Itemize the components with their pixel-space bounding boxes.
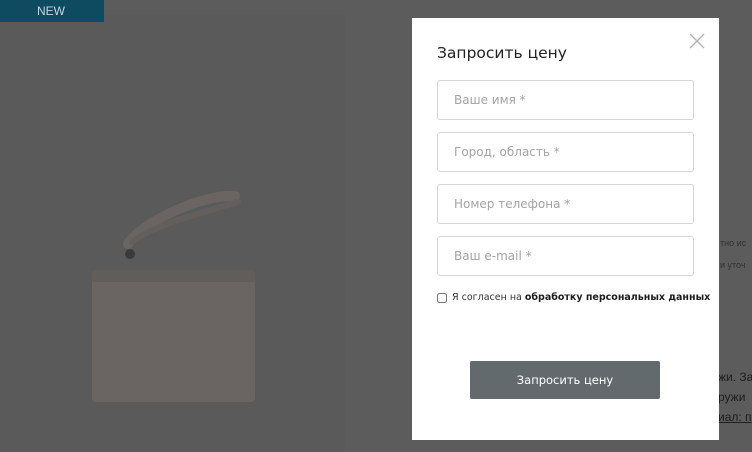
request-price-modal: Запросить цену Я согласен на обработку п… bbox=[412, 18, 719, 440]
email-field[interactable] bbox=[437, 236, 694, 276]
product-photo[interactable] bbox=[0, 14, 345, 452]
wallet-image bbox=[92, 270, 255, 402]
name-field[interactable] bbox=[437, 80, 694, 120]
consent-label: Я согласен на bbox=[452, 292, 522, 303]
side-text-line: иал: п bbox=[718, 410, 752, 424]
consent-checkbox[interactable] bbox=[437, 292, 447, 303]
city-field[interactable] bbox=[437, 132, 694, 172]
consent-row: Я согласен на обработку персональных дан… bbox=[437, 292, 710, 303]
wallet-strap-image bbox=[123, 190, 241, 259]
privacy-policy-link[interactable]: обработку персональных данных bbox=[525, 292, 710, 303]
side-text-line: ружи bbox=[718, 390, 746, 404]
side-text-line: тно ис bbox=[720, 238, 747, 248]
side-text-line: жи. За bbox=[718, 370, 752, 384]
close-icon[interactable] bbox=[689, 33, 705, 49]
new-badge: NEW bbox=[0, 0, 104, 22]
side-text-line: и уточ bbox=[720, 260, 746, 270]
phone-field[interactable] bbox=[437, 184, 694, 224]
modal-title: Запросить цену bbox=[437, 44, 567, 62]
request-price-button[interactable]: Запросить цену bbox=[470, 361, 660, 399]
